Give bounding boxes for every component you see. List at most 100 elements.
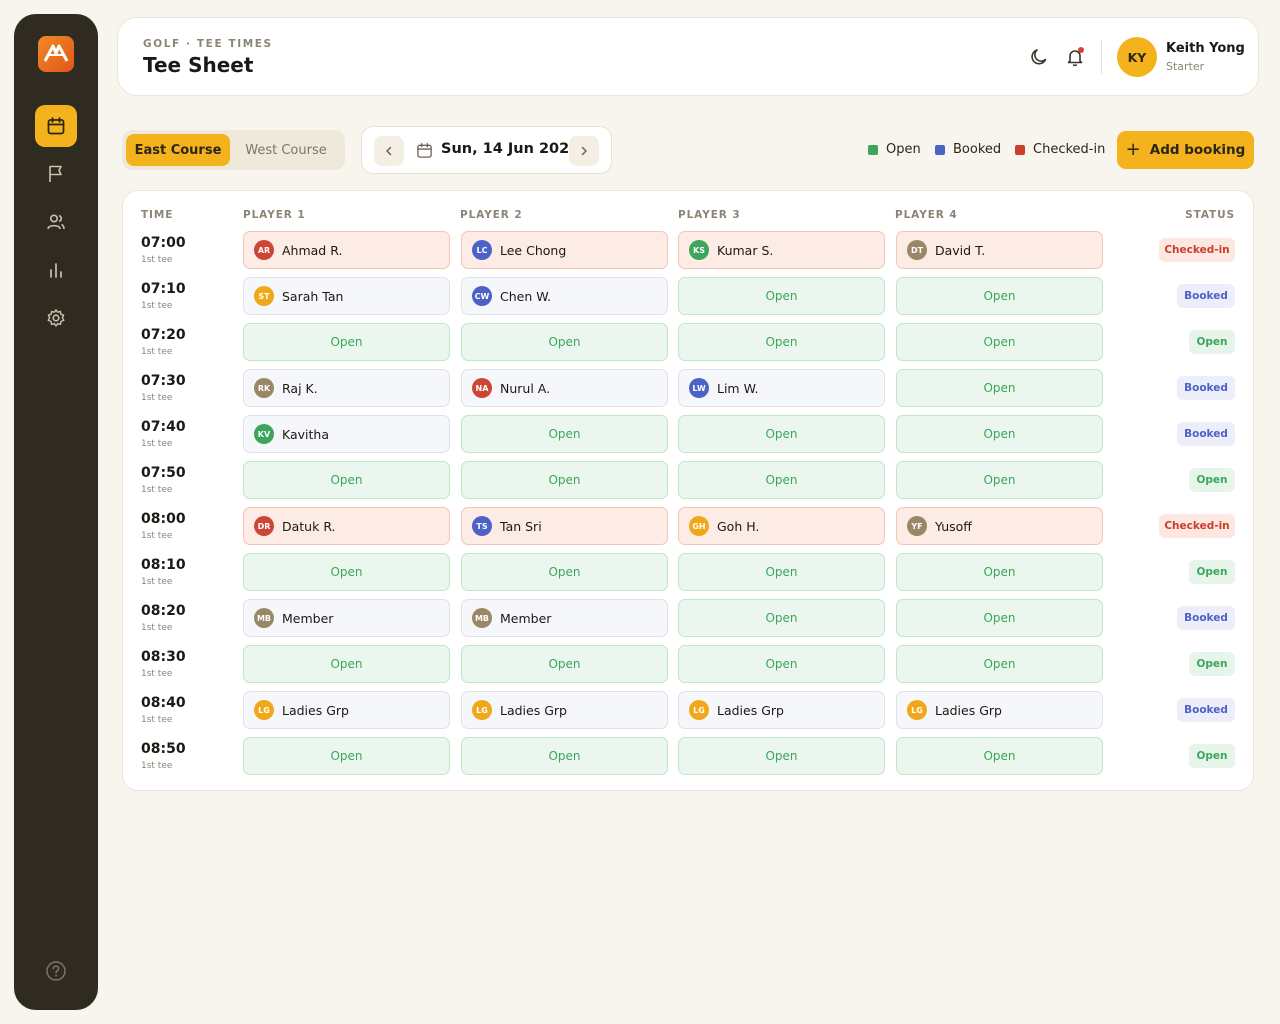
- tee-time: 07:10: [141, 281, 186, 297]
- open-slot[interactable]: Open: [461, 553, 668, 591]
- player-slot[interactable]: KV Kavitha: [243, 415, 450, 453]
- flag-icon: [49, 165, 62, 182]
- add-booking-button[interactable]: + Add booking: [1117, 131, 1254, 169]
- player-slot[interactable]: ST Sarah Tan: [243, 277, 450, 315]
- app-logo[interactable]: [38, 36, 74, 72]
- player-name: Ladies Grp: [500, 702, 567, 718]
- open-slot[interactable]: Open: [461, 461, 668, 499]
- nav-tee-sheet[interactable]: [35, 105, 77, 147]
- tee-label: 1st tee: [141, 577, 173, 587]
- open-slot[interactable]: Open: [243, 553, 450, 591]
- player-name: Ahmad R.: [282, 242, 343, 258]
- open-slot[interactable]: Open: [243, 461, 450, 499]
- course-east-button[interactable]: East Course: [126, 134, 230, 166]
- add-booking-label: Add booking: [1149, 142, 1246, 158]
- player-slot[interactable]: DR Datuk R.: [243, 507, 450, 545]
- user-avatar[interactable]: KY: [1117, 37, 1157, 77]
- open-slot[interactable]: Open: [678, 461, 885, 499]
- open-slot[interactable]: Open: [896, 737, 1103, 775]
- tee-label: 1st tee: [141, 761, 173, 771]
- tee-time: 08:50: [141, 741, 186, 757]
- open-slot[interactable]: Open: [896, 461, 1103, 499]
- player-slot[interactable]: DT David T.: [896, 231, 1103, 269]
- table-row: 07:50 1st tee Open Open Open Open Open: [123, 461, 1255, 507]
- nav-settings[interactable]: [35, 297, 77, 339]
- table-row: 08:50 1st tee Open Open Open Open Open: [123, 737, 1255, 783]
- open-slot[interactable]: Open: [896, 645, 1103, 683]
- chevron-right-icon: [581, 146, 587, 156]
- chart-icon: [50, 263, 62, 278]
- open-slot[interactable]: Open: [678, 323, 885, 361]
- player-slot[interactable]: LG Ladies Grp: [896, 691, 1103, 729]
- player-avatar: LG: [907, 700, 927, 720]
- player-slot[interactable]: LG Ladies Grp: [243, 691, 450, 729]
- notification-dot: [1078, 47, 1084, 53]
- open-slot[interactable]: Open: [678, 415, 885, 453]
- date-picker: Sun, 14 Jun 2026: [361, 126, 612, 174]
- player-slot[interactable]: AR Ahmad R.: [243, 231, 450, 269]
- player-slot[interactable]: MB Member: [243, 599, 450, 637]
- status-badge: Open: [1189, 468, 1235, 492]
- tee-time: 08:10: [141, 557, 186, 573]
- player-name: David T.: [935, 242, 986, 258]
- open-slot[interactable]: Open: [243, 645, 450, 683]
- open-slot[interactable]: Open: [461, 323, 668, 361]
- next-day-button[interactable]: [569, 136, 599, 166]
- player-slot[interactable]: LC Lee Chong: [461, 231, 668, 269]
- player-avatar: LG: [689, 700, 709, 720]
- player-slot[interactable]: CW Chen W.: [461, 277, 668, 315]
- status-badge: Open: [1189, 330, 1235, 354]
- player-avatar: CW: [472, 286, 492, 306]
- nav-members[interactable]: [35, 201, 77, 243]
- player-slot[interactable]: GH Goh H.: [678, 507, 885, 545]
- open-slot[interactable]: Open: [678, 645, 885, 683]
- player-slot[interactable]: YF Yusoff: [896, 507, 1103, 545]
- player-name: Ladies Grp: [935, 702, 1002, 718]
- player-slot[interactable]: RK Raj K.: [243, 369, 450, 407]
- nav-reports[interactable]: [35, 249, 77, 291]
- open-slot[interactable]: Open: [243, 323, 450, 361]
- tee-time: 07:50: [141, 465, 186, 481]
- tee-label: 1st tee: [141, 301, 173, 311]
- open-slot[interactable]: Open: [896, 369, 1103, 407]
- moon-icon[interactable]: [1029, 47, 1049, 67]
- open-slot[interactable]: Open: [678, 737, 885, 775]
- player-name: Tan Sri: [500, 518, 542, 534]
- table-row: 08:00 1st tee DR Datuk R. TS Tan Sri GH Goh H. Y…: [123, 507, 1255, 553]
- notifications-button[interactable]: [1065, 47, 1085, 67]
- status-badge: Checked-in: [1159, 238, 1235, 262]
- open-slot[interactable]: Open: [896, 323, 1103, 361]
- status-badge: Booked: [1177, 606, 1235, 630]
- open-slot[interactable]: Open: [678, 277, 885, 315]
- help-icon[interactable]: [45, 960, 67, 982]
- nav-courses[interactable]: [35, 153, 77, 195]
- status-badge: Booked: [1177, 284, 1235, 308]
- open-slot[interactable]: Open: [243, 737, 450, 775]
- open-slot[interactable]: Open: [896, 277, 1103, 315]
- selected-date[interactable]: Sun, 14 Jun 2026: [441, 141, 579, 157]
- player-slot[interactable]: LG Ladies Grp: [461, 691, 668, 729]
- previous-day-button[interactable]: [374, 136, 404, 166]
- player-avatar: LC: [472, 240, 492, 260]
- player-slot[interactable]: TS Tan Sri: [461, 507, 668, 545]
- open-slot[interactable]: Open: [678, 599, 885, 637]
- open-slot[interactable]: Open: [896, 415, 1103, 453]
- legend-swatch-booked: [935, 144, 945, 155]
- player-avatar: ST: [254, 286, 274, 306]
- open-slot[interactable]: Open: [461, 737, 668, 775]
- player-slot[interactable]: NA Nurul A.: [461, 369, 668, 407]
- course-west-button[interactable]: West Course: [232, 134, 340, 166]
- open-slot[interactable]: Open: [896, 599, 1103, 637]
- player-name: Member: [500, 610, 552, 626]
- player-slot[interactable]: LG Ladies Grp: [678, 691, 885, 729]
- player-slot[interactable]: KS Kumar S.: [678, 231, 885, 269]
- player-name: Lim W.: [717, 380, 759, 396]
- open-slot[interactable]: Open: [678, 553, 885, 591]
- status-badge: Checked-in: [1159, 514, 1235, 538]
- open-slot[interactable]: Open: [896, 553, 1103, 591]
- player-slot[interactable]: LW Lim W.: [678, 369, 885, 407]
- player-slot[interactable]: MB Member: [461, 599, 668, 637]
- tee-label: 1st tee: [141, 439, 173, 449]
- open-slot[interactable]: Open: [461, 415, 668, 453]
- open-slot[interactable]: Open: [461, 645, 668, 683]
